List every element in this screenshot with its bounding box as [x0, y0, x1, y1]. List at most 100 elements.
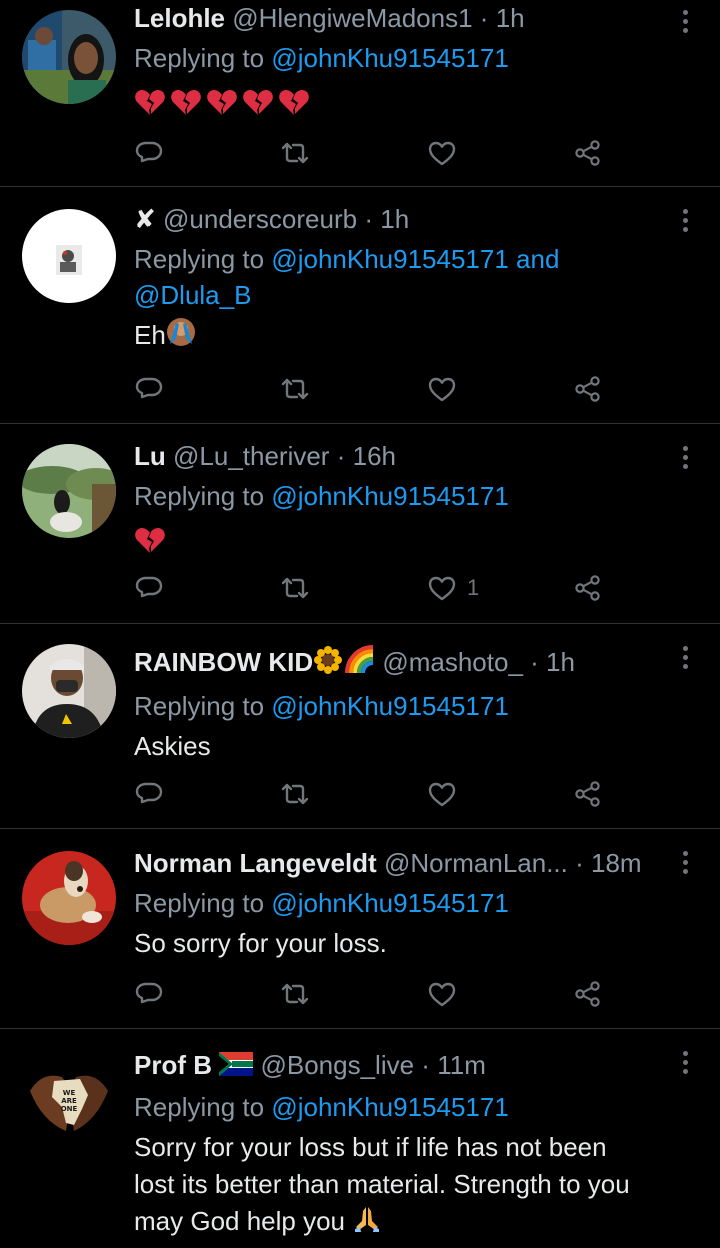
timestamp[interactable]: 16h — [353, 441, 396, 471]
tweet-lu[interactable]: Lu @Lu_theriver · 16h Replying to @johnK… — [0, 424, 720, 623]
more-options-icon[interactable] — [680, 851, 690, 877]
broken-heart-emoji — [134, 523, 166, 554]
mention-link[interactable]: @Dlula_B — [134, 280, 251, 310]
like-icon — [428, 576, 456, 601]
display-name[interactable]: Lelohle — [134, 3, 225, 33]
rainbow-emoji — [345, 644, 375, 684]
retweet-icon — [281, 783, 309, 805]
timestamp[interactable]: 11m — [437, 1050, 486, 1080]
timestamp[interactable]: 1h — [546, 647, 575, 677]
reply-button[interactable] — [134, 774, 164, 814]
broken-heart-emoji — [206, 82, 238, 119]
share-button[interactable] — [573, 133, 603, 173]
reply-button[interactable] — [134, 568, 164, 608]
tweet-text: Eh — [134, 320, 166, 350]
mention-link[interactable]: @johnKhu91545171 and — [271, 244, 559, 274]
handle[interactable]: @Bongs_live — [260, 1050, 414, 1080]
broken-hearts — [134, 82, 310, 119]
reply-icon — [135, 576, 163, 598]
tweet-body — [134, 82, 664, 116]
reply-button[interactable] — [134, 974, 164, 1014]
retweet-button[interactable] — [280, 369, 310, 409]
handle[interactable]: @HlengiweMadons1 — [232, 3, 472, 33]
display-name[interactable]: RAINBOW KID — [134, 647, 313, 677]
share-icon — [575, 981, 600, 1007]
tweet-norman-langeveldt[interactable]: Norman Langeveldt @NormanLan... · 18m Re… — [0, 829, 720, 1028]
like-button[interactable] — [427, 369, 467, 409]
mention-link[interactable]: @johnKhu91545171 — [271, 1092, 509, 1122]
avatar[interactable] — [22, 10, 116, 104]
tweet-header: Lelohle @HlengiweMadons1 · 1h — [134, 0, 664, 36]
avatar[interactable] — [22, 444, 116, 538]
mention-link[interactable]: @johnKhu91545171 — [271, 691, 509, 721]
tweet-text-line: Sorry for your loss but if life has not … — [134, 1132, 607, 1163]
tweet-lelohle[interactable]: Lelohle @HlengiweMadons1 · 1h Replying t… — [0, 0, 720, 186]
avatar-text-one: ONE — [61, 1105, 78, 1113]
share-button[interactable] — [573, 568, 603, 608]
tweet-text: Askies — [134, 730, 211, 761]
display-name[interactable]: Lu — [134, 441, 166, 471]
tweet-rainbow-kid[interactable]: RAINBOW KID @mashoto_ · 1h Replying to @… — [0, 624, 720, 828]
tweet-underscoreurb[interactable]: ✘ @underscoreurb · 1h Replying to @johnK… — [0, 187, 720, 423]
tweet-text: So sorry for your loss. — [134, 928, 387, 958]
mention-link[interactable]: @johnKhu91545171 — [271, 481, 509, 511]
replying-label: Replying to — [134, 888, 265, 918]
replying-label: Replying to — [134, 43, 265, 73]
reply-icon — [135, 377, 163, 399]
timestamp[interactable]: 1h — [380, 204, 409, 234]
more-options-icon[interactable] — [680, 10, 690, 36]
tweet-body: Eh — [134, 317, 664, 357]
avatar[interactable] — [22, 851, 116, 945]
display-name[interactable]: Norman Langeveldt — [134, 848, 377, 878]
more-options-icon[interactable] — [680, 446, 690, 472]
replying-to: Replying to @johnKhu91545171 — [134, 1089, 664, 1125]
broken-heart-emoji — [278, 82, 310, 119]
like-button[interactable]: 1 — [427, 568, 479, 608]
tweet-prof-b[interactable]: WE ARE ONE Prof B @Bongs_live · 11m Repl… — [0, 1029, 720, 1248]
handle[interactable]: @mashoto_ — [382, 647, 523, 677]
retweet-button[interactable] — [280, 774, 310, 814]
replying-to: Replying to @johnKhu91545171 — [134, 478, 664, 514]
action-bar — [134, 133, 614, 173]
more-options-icon[interactable] — [680, 646, 690, 672]
mention-link[interactable]: @johnKhu91545171 — [271, 43, 509, 73]
mention-link[interactable]: @johnKhu91545171 — [271, 888, 509, 918]
display-name[interactable]: Prof B — [134, 1050, 212, 1080]
reply-icon — [135, 782, 163, 804]
replying-to: Replying to @johnKhu91545171 — [134, 40, 664, 76]
like-count: 1 — [467, 575, 480, 600]
tweet-header: Norman Langeveldt @NormanLan... · 18m — [134, 845, 670, 881]
share-icon — [575, 140, 600, 166]
reply-button[interactable] — [134, 133, 164, 173]
like-button[interactable] — [427, 133, 467, 173]
display-name[interactable]: ✘ — [134, 204, 156, 234]
share-button[interactable] — [573, 369, 603, 409]
avatar[interactable] — [22, 644, 116, 738]
avatar[interactable]: WE ARE ONE — [22, 1051, 116, 1145]
retweet-button[interactable] — [280, 133, 310, 173]
tweet-body: So sorry for your loss. — [134, 925, 670, 962]
avatar[interactable] — [22, 209, 116, 303]
timestamp[interactable]: 1h — [496, 3, 525, 33]
more-options-icon[interactable] — [680, 209, 690, 235]
broken-heart-emoji — [242, 82, 274, 119]
tweet-body — [134, 520, 664, 554]
like-button[interactable] — [427, 774, 467, 814]
handle[interactable]: @NormanLan... — [384, 848, 568, 878]
separator: · — [479, 3, 489, 33]
share-button[interactable] — [573, 974, 603, 1014]
more-options-icon[interactable] — [680, 1051, 690, 1077]
share-button[interactable] — [573, 774, 603, 814]
reply-button[interactable] — [134, 369, 164, 409]
share-icon — [575, 781, 600, 807]
like-button[interactable] — [427, 974, 467, 1014]
timestamp[interactable]: 18m — [591, 848, 642, 878]
action-bar — [134, 369, 614, 409]
retweet-icon — [281, 378, 309, 400]
broken-heart-emoji — [134, 82, 166, 119]
handle[interactable]: @Lu_theriver — [173, 441, 329, 471]
handle[interactable]: @underscoreurb — [163, 204, 357, 234]
replying-label: Replying to — [134, 1092, 265, 1123]
retweet-button[interactable] — [280, 568, 310, 608]
retweet-button[interactable] — [280, 974, 310, 1014]
